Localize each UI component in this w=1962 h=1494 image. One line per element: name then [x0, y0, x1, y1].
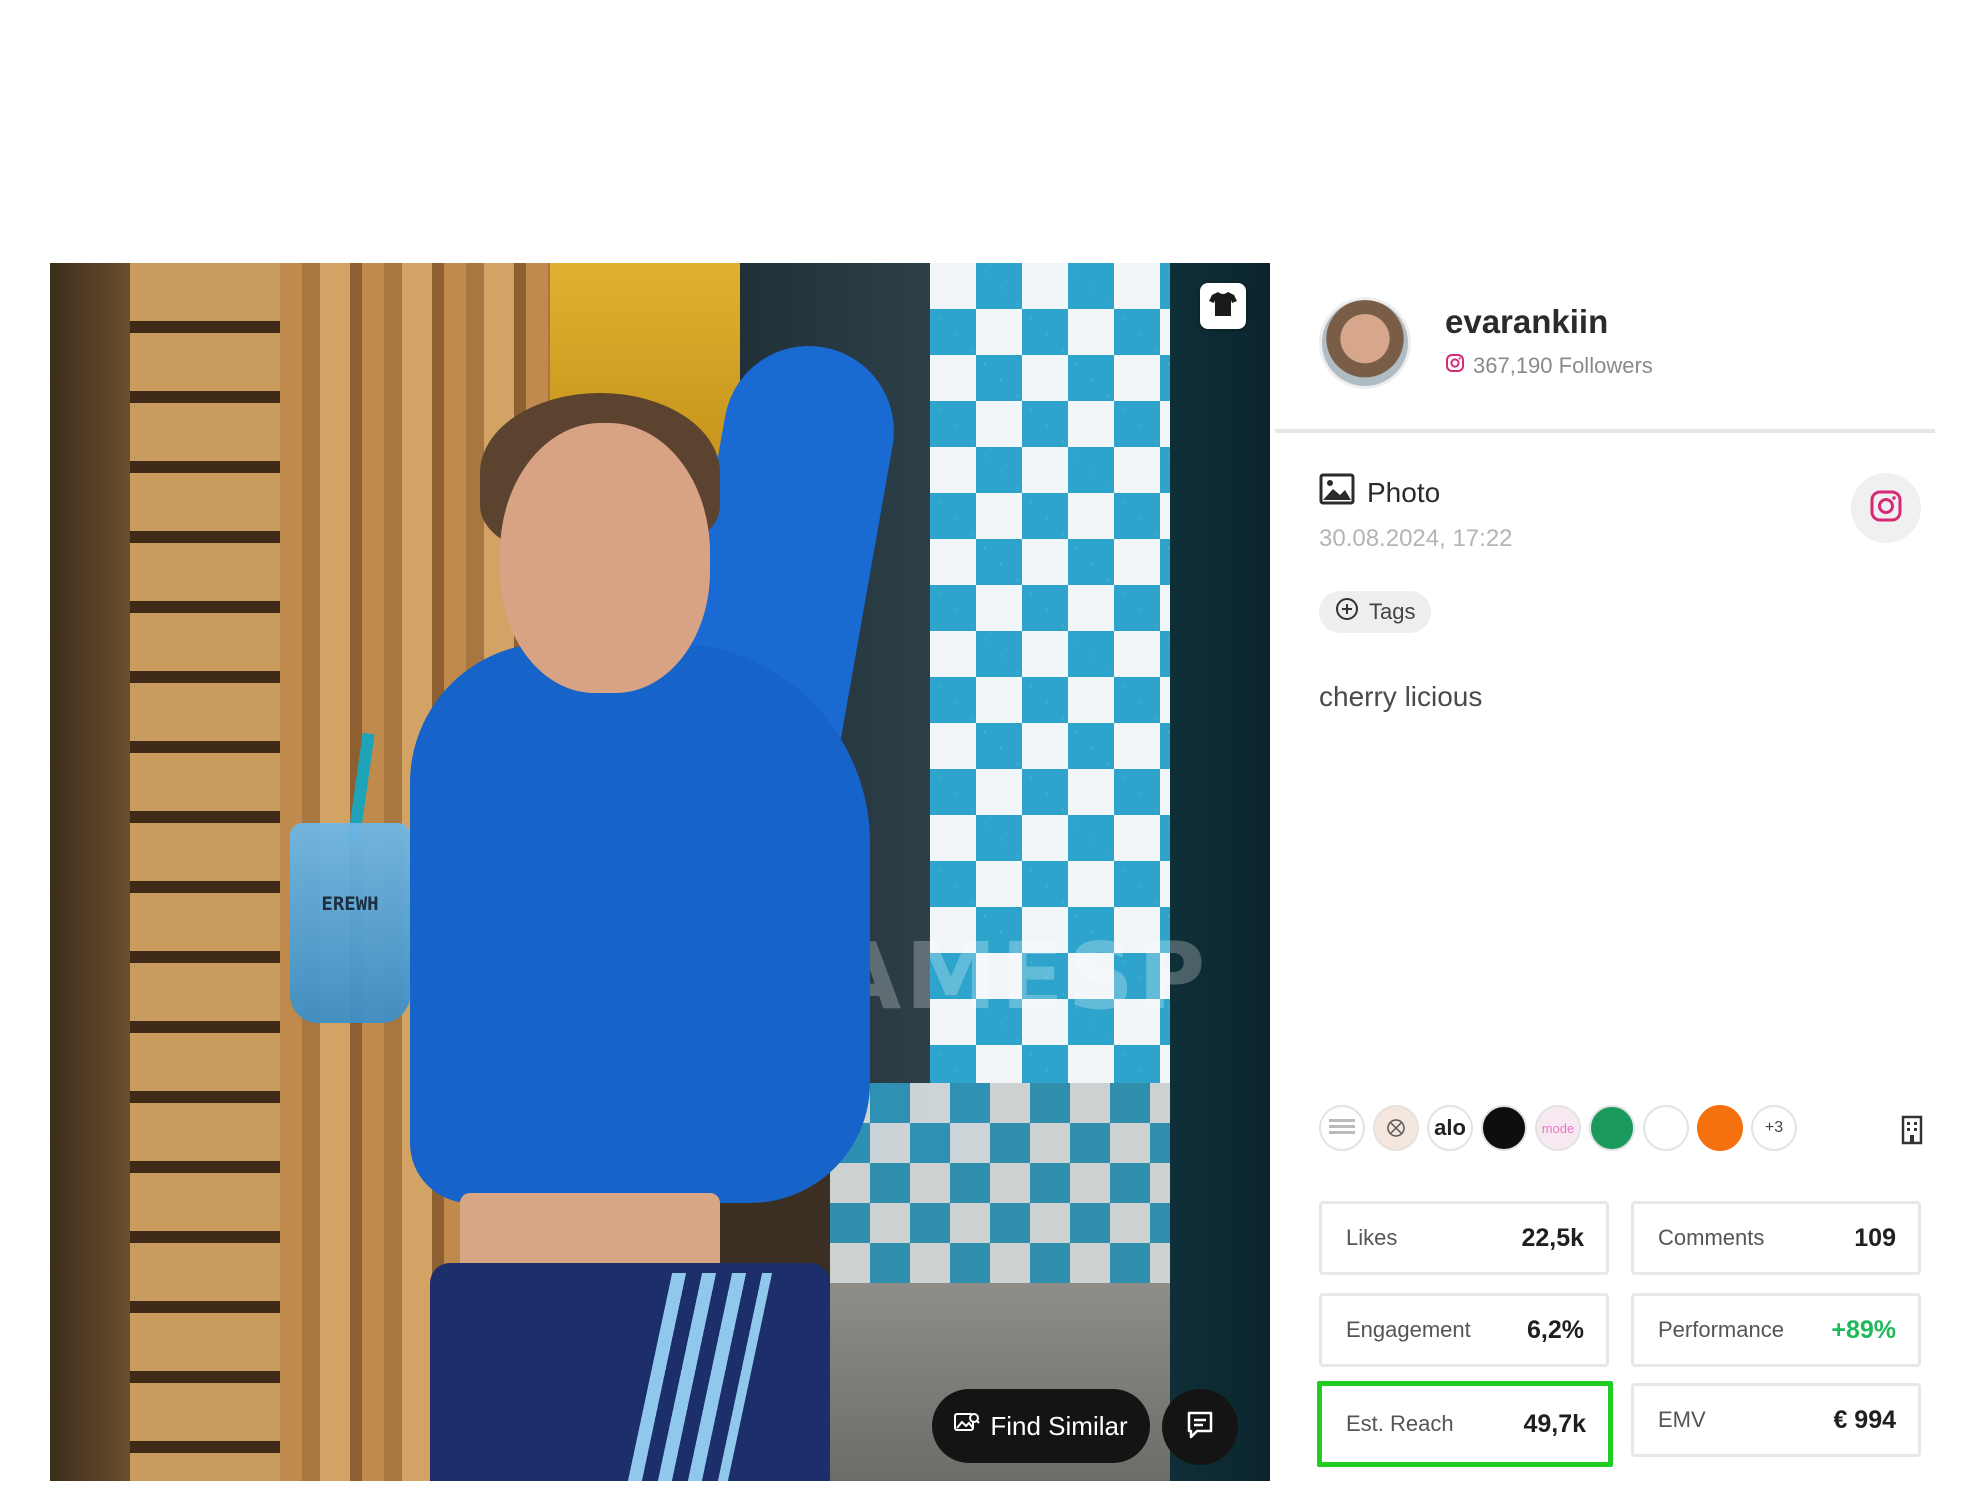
post-caption: cherry licious: [1319, 681, 1483, 712]
photo-cup-text: EREWH: [321, 893, 379, 915]
metric-value: 49,7k: [1523, 1409, 1586, 1438]
more-brands-button[interactable]: +3: [1751, 1105, 1797, 1151]
add-tags-button[interactable]: Tags: [1319, 591, 1432, 633]
followers-count: 367,190 Followers: [1445, 353, 1653, 379]
image-icon: [1319, 473, 1355, 512]
find-similar-label: Find Similar: [990, 1410, 1128, 1441]
instagram-icon: [1445, 353, 1465, 379]
photo-watermark-text: AMESP: [830, 923, 1210, 1030]
photo-face: [500, 423, 710, 693]
metric-emv: EMV € 994: [1631, 1383, 1921, 1457]
brand-logo[interactable]: [1319, 1105, 1365, 1151]
metric-label: Performance: [1658, 1317, 1784, 1342]
metric-label: Comments: [1658, 1225, 1765, 1250]
metric-engagement: Engagement 6,2%: [1319, 1293, 1609, 1367]
brand-logo[interactable]: [1643, 1105, 1689, 1151]
plus-circle-icon: [1335, 597, 1359, 627]
metric-value: 22,5k: [1521, 1223, 1584, 1252]
post-photo[interactable]: AMESP EREWH Find Similar: [50, 263, 1270, 1481]
find-similar-button[interactable]: Find Similar: [932, 1389, 1150, 1463]
post-type: Photo: [1319, 473, 1440, 512]
metric-performance: Performance +89%: [1631, 1293, 1921, 1367]
metric-est-reach: Est. Reach 49,7k: [1317, 1381, 1613, 1467]
comment-icon: [1185, 1410, 1215, 1445]
metric-likes: Likes 22,5k: [1319, 1201, 1609, 1275]
photo-wood-dark: [50, 263, 130, 1481]
building-icon[interactable]: [1899, 1115, 1925, 1145]
comments-button[interactable]: [1162, 1389, 1238, 1465]
post-date: 30.08.2024, 17:22: [1319, 525, 1513, 552]
metric-value: 109: [1854, 1223, 1896, 1252]
photo-blue-sweater: [410, 643, 870, 1203]
brand-logo[interactable]: [1697, 1105, 1743, 1151]
brand-logo[interactable]: [1589, 1105, 1635, 1151]
photo-right-strip: [1170, 263, 1270, 1481]
instagram-icon: [1869, 489, 1903, 528]
metric-comments: Comments 109: [1631, 1201, 1921, 1275]
photo-cup: [290, 823, 410, 1023]
avatar[interactable]: [1319, 297, 1411, 389]
post-type-label: Photo: [1367, 476, 1441, 508]
metric-value: € 994: [1833, 1405, 1896, 1434]
brand-logo-alo[interactable]: alo: [1427, 1105, 1473, 1151]
metric-label: Est. Reach: [1346, 1411, 1454, 1436]
metric-label: EMV: [1658, 1407, 1706, 1432]
metric-label: Likes: [1346, 1225, 1398, 1250]
brand-mentions: alo mode +3: [1319, 1105, 1797, 1151]
metric-value: 6,2%: [1527, 1315, 1584, 1344]
followers-text: 367,190 Followers: [1473, 353, 1653, 378]
brand-logo-mode[interactable]: mode: [1535, 1105, 1581, 1151]
shop-the-look-button[interactable]: [1200, 283, 1246, 329]
image-search-icon: [954, 1411, 981, 1442]
brand-logo[interactable]: [1481, 1105, 1527, 1151]
username[interactable]: evarankiin: [1445, 303, 1608, 341]
photo-wood-slats: [130, 263, 280, 1481]
brand-logo[interactable]: [1373, 1105, 1419, 1151]
tags-label: Tags: [1369, 599, 1416, 624]
divider: [1275, 429, 1935, 433]
metric-value: +89%: [1831, 1315, 1896, 1344]
open-instagram-button[interactable]: [1851, 473, 1921, 543]
metric-label: Engagement: [1346, 1317, 1471, 1342]
tshirt-icon: [1208, 290, 1238, 323]
photo-navy-shorts: [430, 1263, 830, 1481]
post-details-panel: evarankiin 367,190 Followers Photo 30.08…: [1275, 263, 1935, 1481]
